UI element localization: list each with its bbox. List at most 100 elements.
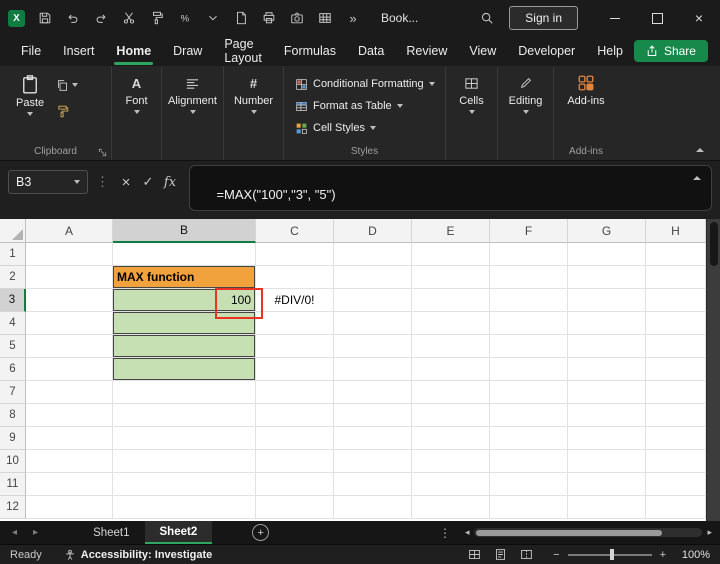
cell-B5[interactable] (113, 335, 256, 358)
cell-D2[interactable] (334, 266, 412, 289)
cell-H3[interactable] (646, 289, 706, 312)
cell-C1[interactable] (256, 243, 334, 266)
cell-C3[interactable]: #DIV/0! (256, 289, 334, 312)
horizontal-scrollbar-thumb[interactable] (476, 529, 663, 536)
menu-tab-developer[interactable]: Developer (507, 36, 586, 66)
cell-C7[interactable] (256, 381, 334, 404)
cell-C2[interactable] (256, 266, 334, 289)
format-painter-button[interactable] (56, 102, 78, 120)
cell-F5[interactable] (490, 335, 568, 358)
row-header-5[interactable]: 5 (0, 335, 26, 358)
overflow-icon[interactable]: » (341, 5, 365, 31)
row-header-4[interactable]: 4 (0, 312, 26, 335)
cell-H2[interactable] (646, 266, 706, 289)
cancel-entry-icon[interactable]: × (115, 172, 137, 192)
zoom-out-icon[interactable]: − (553, 549, 559, 561)
cell-B8[interactable] (113, 404, 256, 427)
cell-A6[interactable] (26, 358, 113, 381)
cell-A9[interactable] (26, 427, 113, 450)
menu-tab-page-layout[interactable]: Page Layout (213, 36, 273, 66)
cell-A7[interactable] (26, 381, 113, 404)
cell-H12[interactable] (646, 496, 706, 519)
cell-F1[interactable] (490, 243, 568, 266)
cell-C12[interactable] (256, 496, 334, 519)
zoom-slider-thumb[interactable] (609, 549, 614, 560)
editing-group-button[interactable]: Editing (498, 66, 554, 160)
row-header-10[interactable]: 10 (0, 450, 26, 473)
cell-F3[interactable] (490, 289, 568, 312)
cell-B12[interactable] (113, 496, 256, 519)
formula-bar-handle[interactable]: ⋮ (96, 174, 109, 190)
cell-E5[interactable] (412, 335, 490, 358)
sign-in-button[interactable]: Sign in (509, 6, 578, 30)
new-document-icon[interactable] (229, 5, 253, 31)
cell-A12[interactable] (26, 496, 113, 519)
column-header-E[interactable]: E (412, 219, 490, 243)
cell-F6[interactable] (490, 358, 568, 381)
name-box[interactable]: B3 (8, 170, 88, 194)
cell-F8[interactable] (490, 404, 568, 427)
cell-D7[interactable] (334, 381, 412, 404)
cell-F2[interactable] (490, 266, 568, 289)
zoom-percentage[interactable]: 100% (680, 549, 710, 561)
horizontal-scrollbar-track[interactable] (474, 528, 703, 537)
copy-button[interactable] (56, 76, 79, 94)
cell-E7[interactable] (412, 381, 490, 404)
cell-C9[interactable] (256, 427, 334, 450)
column-header-G[interactable]: G (568, 219, 646, 243)
format-as-table-button[interactable]: Format as Table (292, 96, 445, 116)
formula-input[interactable]: =MAX("100","3", "5") (189, 165, 712, 211)
cell-H10[interactable] (646, 450, 706, 473)
cell-C6[interactable] (256, 358, 334, 381)
cell-D12[interactable] (334, 496, 412, 519)
percent-icon[interactable]: % (173, 5, 197, 31)
row-header-1[interactable]: 1 (0, 243, 26, 266)
cell-D10[interactable] (334, 450, 412, 473)
cell-B9[interactable] (113, 427, 256, 450)
cell-H4[interactable] (646, 312, 706, 335)
new-sheet-button[interactable]: + (252, 524, 270, 541)
cell-G7[interactable] (568, 381, 646, 404)
cell-F7[interactable] (490, 381, 568, 404)
cell-H5[interactable] (646, 335, 706, 358)
cell-B2[interactable]: MAX function (113, 266, 256, 289)
cell-D4[interactable] (334, 312, 412, 335)
cell-D9[interactable] (334, 427, 412, 450)
cell-H7[interactable] (646, 381, 706, 404)
cell-G2[interactable] (568, 266, 646, 289)
cell-E3[interactable] (412, 289, 490, 312)
menu-tab-data[interactable]: Data (347, 36, 395, 66)
cell-E6[interactable] (412, 358, 490, 381)
menu-tab-draw[interactable]: Draw (162, 36, 213, 66)
cell-G3[interactable] (568, 289, 646, 312)
clipboard-dialog-launcher-icon[interactable] (98, 148, 107, 157)
row-header-6[interactable]: 6 (0, 358, 26, 381)
column-header-H[interactable]: H (646, 219, 706, 243)
cell-C4[interactable] (256, 312, 334, 335)
search-icon[interactable] (475, 5, 499, 31)
menu-tab-help[interactable]: Help (586, 36, 634, 66)
cell-G9[interactable] (568, 427, 646, 450)
cell-C8[interactable] (256, 404, 334, 427)
undo-icon[interactable] (61, 5, 85, 31)
cell-D1[interactable] (334, 243, 412, 266)
menu-tab-view[interactable]: View (458, 36, 507, 66)
share-button[interactable]: Share (633, 40, 708, 62)
cell-B10[interactable] (113, 450, 256, 473)
redo-icon[interactable] (89, 5, 113, 31)
menu-tab-review[interactable]: Review (395, 36, 458, 66)
cell-G1[interactable] (568, 243, 646, 266)
cell-D6[interactable] (334, 358, 412, 381)
scroll-left-icon[interactable]: ◂ (465, 527, 470, 538)
row-header-3[interactable]: 3 (0, 289, 26, 312)
row-header-9[interactable]: 9 (0, 427, 26, 450)
column-header-D[interactable]: D (334, 219, 412, 243)
cell-B7[interactable] (113, 381, 256, 404)
cell-H1[interactable] (646, 243, 706, 266)
cell-A3[interactable] (26, 289, 113, 312)
scroll-right-icon[interactable]: ▸ (707, 527, 712, 538)
page-break-view-icon[interactable] (520, 548, 533, 561)
sheet-tab-sheet1[interactable]: Sheet1 (78, 521, 144, 544)
cell-H9[interactable] (646, 427, 706, 450)
vertical-scrollbar-thumb[interactable] (710, 222, 718, 266)
